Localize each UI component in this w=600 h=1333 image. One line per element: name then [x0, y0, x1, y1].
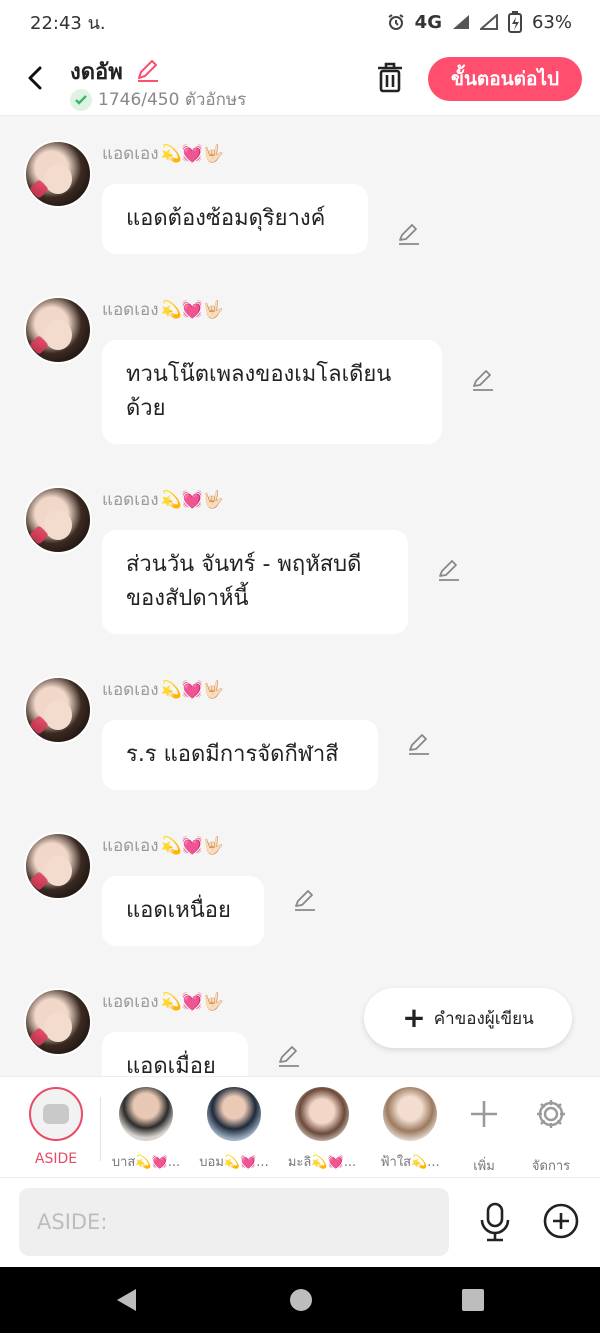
- next-step-button[interactable]: ขั้นตอนต่อไป: [428, 57, 582, 101]
- status-bar: 22:43 น. 4G 63%: [0, 0, 600, 44]
- avatar: [383, 1087, 437, 1141]
- message-bubble[interactable]: ทวนโน๊ตเพลงของเมโลเดียนด้วย: [102, 340, 442, 444]
- signal-icon: [452, 15, 469, 29]
- avatar[interactable]: [24, 486, 92, 554]
- avatar[interactable]: [24, 296, 92, 364]
- avatar: [295, 1087, 349, 1141]
- network-type: 4G: [414, 11, 442, 33]
- avatar[interactable]: [24, 988, 92, 1056]
- character-label: บาส💫💓...: [111, 1155, 181, 1170]
- sender-name: แอดเอง 💫💓🤟🏻: [102, 991, 225, 1013]
- character-item[interactable]: บาส💫💓...: [106, 1087, 186, 1172]
- manage-label: จัดการ: [531, 1159, 571, 1174]
- edit-message-icon[interactable]: [406, 730, 432, 756]
- nav-home-icon[interactable]: [288, 1287, 314, 1313]
- message-bubble[interactable]: แอดเหนื่อย: [102, 876, 264, 946]
- edit-message-icon[interactable]: [396, 220, 422, 246]
- edit-message-icon[interactable]: [292, 886, 318, 912]
- avatar: [119, 1087, 173, 1141]
- microphone-icon[interactable]: [476, 1202, 514, 1242]
- character-label: ASIDE: [34, 1151, 78, 1167]
- sender-name: แอดเอง 💫💓🤟🏻: [102, 835, 225, 857]
- gear-icon: [537, 1100, 565, 1128]
- character-item[interactable]: บอม💫💓...: [194, 1087, 274, 1172]
- character-item[interactable]: ฟ้าใส💫...: [370, 1087, 450, 1172]
- aside-icon: [29, 1087, 83, 1141]
- message-input[interactable]: [19, 1188, 449, 1256]
- nav-back-icon[interactable]: [114, 1287, 140, 1313]
- status-icons: 4G 63%: [387, 11, 572, 33]
- author-note-label: คำของผู้เขียน: [433, 1008, 534, 1029]
- avatar[interactable]: [24, 676, 92, 744]
- nav-recents-icon[interactable]: [460, 1287, 486, 1313]
- message-bubble[interactable]: แอดเมื่อย: [102, 1032, 248, 1076]
- edit-message-icon[interactable]: [436, 556, 462, 582]
- author-note-button[interactable]: + คำของผู้เขียน: [364, 988, 572, 1048]
- battery-percent: 63%: [531, 11, 572, 33]
- edit-message-icon[interactable]: [276, 1042, 302, 1068]
- character-counter: 1746/450 ตัวอักษร: [70, 86, 246, 113]
- input-bar: [0, 1178, 600, 1267]
- battery-icon: [507, 11, 522, 33]
- add-attachment-icon[interactable]: [542, 1202, 580, 1240]
- counter-text: 1746/450 ตัวอักษร: [98, 90, 247, 110]
- check-icon: [70, 88, 92, 111]
- character-aside[interactable]: ASIDE: [16, 1087, 96, 1167]
- edit-title-icon[interactable]: [134, 56, 162, 84]
- character-label: ฟ้าใส💫...: [380, 1155, 440, 1170]
- avatar[interactable]: [24, 140, 92, 208]
- chat-area[interactable]: แอดเอง 💫💓🤟🏻 แอดต้องซ้อมดุริยางค์ แอดเอง 💫💓…: [0, 116, 600, 1076]
- trash-icon[interactable]: [374, 60, 406, 94]
- sender-name: แอดเอง 💫💓🤟🏻: [102, 489, 225, 511]
- character-label: บอม💫💓...: [199, 1155, 269, 1170]
- character-bar: ASIDE บาส💫💓... บอม💫💓... มะลิ💫💓... ฟ้าใส💫…: [0, 1076, 600, 1178]
- message-bubble[interactable]: ส่วนวัน จันทร์ - พฤหัสบดีของสัปดาห์นี้: [102, 530, 408, 634]
- sender-name: แอดเอง 💫💓🤟🏻: [102, 143, 225, 165]
- plus-icon: +: [402, 1001, 426, 1034]
- system-nav-bar: [0, 1267, 600, 1333]
- plus-icon: [471, 1101, 497, 1127]
- divider: [100, 1097, 101, 1161]
- status-time: 22:43 น.: [30, 12, 106, 34]
- sender-name: แอดเอง 💫💓🤟🏻: [102, 299, 225, 321]
- character-label: มะลิ💫💓...: [287, 1155, 357, 1170]
- story-title[interactable]: งดอัพ: [70, 54, 123, 89]
- edit-message-icon[interactable]: [470, 366, 496, 392]
- back-arrow-icon[interactable]: [20, 62, 52, 94]
- message-bubble[interactable]: ร.ร แอดมีการจัดกีฬาสี: [102, 720, 378, 790]
- character-item[interactable]: มะลิ💫💓...: [282, 1087, 362, 1172]
- signal-icon-2: [479, 14, 498, 30]
- message-bubble[interactable]: แอดต้องซ้อมดุริยางค์: [102, 184, 368, 254]
- avatar: [207, 1087, 261, 1141]
- editor-header: งดอัพ 1746/450 ตัวอักษร ขั้นตอนต่อไป: [0, 44, 600, 116]
- manage-characters-button[interactable]: จัดการ: [511, 1087, 591, 1176]
- avatar[interactable]: [24, 832, 92, 900]
- alarm-icon: [388, 14, 404, 30]
- sender-name: แอดเอง 💫💓🤟🏻: [102, 679, 225, 701]
